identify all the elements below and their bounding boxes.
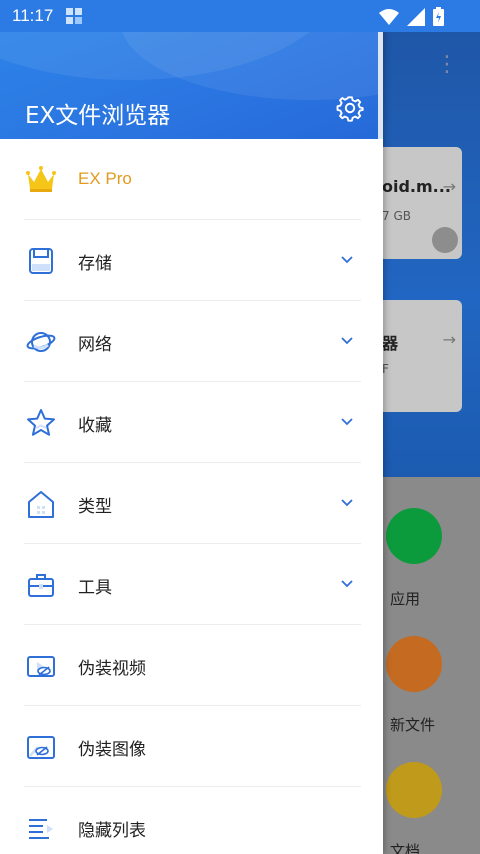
settings-gear-icon[interactable]: [336, 94, 364, 122]
menu-item-tools[interactable]: 工具: [0, 544, 383, 625]
app-title: EX文件浏览器: [25, 103, 171, 129]
signal-icon: [407, 7, 425, 26]
crown-icon: [26, 166, 56, 192]
star-icon: [27, 409, 55, 436]
drawer-edge: [378, 32, 383, 139]
drawer-menu: EX Pro 存储 网络 收藏 类型 工具 伪装视频 伪装图像 隐藏列表: [0, 139, 383, 854]
hidden-image-icon: [27, 736, 55, 759]
menu-item-ex-pro[interactable]: EX Pro: [0, 139, 383, 220]
chevron-down-icon[interactable]: [340, 334, 354, 348]
menu-item-label: 隐藏列表: [78, 821, 146, 841]
arrow-right-icon: →: [442, 330, 456, 349]
android-app-tile-icon: [386, 508, 442, 564]
background-tile-label: 新文件: [390, 716, 436, 734]
navigation-drawer: EX文件浏览器 EX Pro 存储 网络 收藏 类型 工具 伪装视频 伪装图像 …: [0, 0, 383, 854]
arrow-right-icon: →: [442, 177, 456, 196]
background-tile-label: 文档: [390, 842, 421, 854]
menu-item-label: 工具: [78, 578, 112, 598]
background-card-sub: 7 GB: [382, 209, 411, 223]
menu-item-label: 收藏: [78, 416, 112, 436]
menu-item-hidden-image[interactable]: 伪装图像: [0, 706, 383, 787]
eject-icon: [432, 227, 458, 253]
menu-item-label: 伪装图像: [78, 740, 146, 760]
wifi-icon: [379, 8, 399, 25]
menu-item-hidden-video[interactable]: 伪装视频: [0, 625, 383, 706]
status-bar: 11:17: [0, 0, 480, 32]
menu-item-favorites[interactable]: 收藏: [0, 382, 383, 463]
menu-item-hidden-list[interactable]: 隐藏列表: [0, 787, 383, 854]
more-vert-icon: ⋮: [436, 52, 458, 77]
app-notification-icon: [66, 8, 82, 24]
chevron-down-icon[interactable]: [340, 415, 354, 429]
chevron-down-icon[interactable]: [340, 577, 354, 591]
menu-item-label: EX Pro: [78, 169, 132, 188]
chevron-down-icon[interactable]: [340, 253, 354, 267]
menu-item-storage[interactable]: 存储: [0, 220, 383, 301]
background-card-sub: F: [382, 362, 389, 376]
background-card-title: oid.m...: [382, 177, 451, 196]
house-icon: [28, 491, 54, 518]
background-tile-label: 应用: [390, 590, 421, 608]
document-tile-icon: [386, 762, 442, 818]
battery-icon: [433, 7, 444, 26]
menu-item-label: 伪装视频: [78, 659, 146, 679]
background-card-title: 器: [382, 334, 399, 353]
status-time: 11:17: [12, 6, 54, 25]
new-file-tile-icon: [386, 636, 442, 692]
menu-item-types[interactable]: 类型: [0, 463, 383, 544]
menu-item-label: 类型: [78, 497, 112, 517]
chevron-down-icon[interactable]: [340, 496, 354, 510]
menu-item-label: 存储: [78, 254, 112, 274]
hidden-list-icon: [29, 819, 53, 839]
menu-item-network[interactable]: 网络: [0, 301, 383, 382]
storage-icon: [29, 248, 53, 274]
status-icons: [379, 7, 444, 26]
menu-item-label: 网络: [78, 335, 112, 355]
hidden-video-icon: [27, 656, 55, 677]
planet-icon: [26, 332, 56, 352]
toolbox-icon: [28, 574, 54, 597]
